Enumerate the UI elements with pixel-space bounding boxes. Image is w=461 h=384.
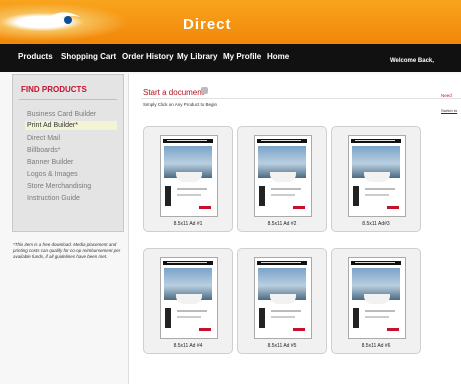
brand-logo[interactable] [0, 0, 140, 44]
product-card[interactable]: 8.5x11 Ad #5 [237, 248, 327, 354]
sidebar-item-print-ad-builder[interactable]: Print Ad Builder* [25, 121, 117, 130]
sidebar-title: FIND PRODUCTS [21, 85, 87, 94]
main-nav: Products Shopping Cart Order History My … [0, 44, 461, 72]
free-download-note: *This item is a free download. Media pla… [13, 242, 121, 259]
product-card[interactable]: 8.5x11 Ad #4 [143, 248, 233, 354]
page-title: Start a document [143, 88, 204, 97]
nav-my-profile[interactable]: My Profile [223, 52, 261, 61]
product-label: 8.5x11 Ad #4 [173, 343, 203, 349]
ad-thumbnail[interactable] [254, 135, 312, 217]
sidebar-item-store-merchandising[interactable]: Store Merchandising [27, 183, 91, 190]
product-card[interactable]: 8.5x11 Ad#3 [331, 126, 421, 232]
welcome-text: Welcome Back, [390, 58, 434, 64]
sidebar-item-direct-mail[interactable]: Direct Mail [27, 135, 60, 142]
help-link[interactable]: Need [441, 93, 452, 98]
ad-thumbnail[interactable] [348, 135, 406, 217]
sidebar-item-banner-builder[interactable]: Banner Builder [27, 159, 73, 166]
nav-products[interactable]: Products [18, 52, 53, 61]
ad-thumbnail[interactable] [160, 257, 218, 339]
product-card[interactable]: 8.5x11 Ad #6 [331, 248, 421, 354]
ad-thumbnail[interactable] [348, 257, 406, 339]
ad-thumbnail[interactable] [254, 257, 312, 339]
document-panel: Start a document Simply Click on Any Pro… [128, 74, 461, 384]
header-bar: Direct [0, 0, 461, 44]
ad-thumbnail[interactable] [160, 135, 218, 217]
product-card[interactable]: 8.5x11 Ad #1 [143, 126, 233, 232]
product-label: 8.5x11 Ad#3 [362, 221, 390, 227]
divider [19, 99, 117, 100]
nav-home[interactable]: Home [267, 52, 289, 61]
brand-name: Direct [183, 16, 232, 33]
divider [141, 98, 461, 99]
sidebar-item-logos-images[interactable]: Logos & Images [27, 171, 78, 178]
product-label: 8.5x11 Ad #2 [267, 221, 297, 227]
sidebar-item-instruction-guide[interactable]: Instruction Guide [27, 195, 80, 202]
product-label: 8.5x11 Ad #5 [267, 343, 297, 349]
product-label: 8.5x11 Ad #1 [173, 221, 203, 227]
page-content: FIND PRODUCTS Business Card Builder Prin… [0, 72, 461, 384]
product-label: 8.5x11 Ad #6 [361, 343, 391, 349]
document-icon [201, 87, 208, 94]
nav-order-history[interactable]: Order History [122, 52, 174, 61]
find-products-panel: FIND PRODUCTS Business Card Builder Prin… [12, 74, 124, 232]
product-card[interactable]: 8.5x11 Ad #2 [237, 126, 327, 232]
nav-my-library[interactable]: My Library [177, 52, 217, 61]
nav-shopping-cart[interactable]: Shopping Cart [61, 52, 116, 61]
switch-view-link[interactable]: Switch to [441, 108, 457, 113]
sidebar-item-billboards[interactable]: Billboards* [27, 147, 60, 154]
sidebar-item-business-card-builder[interactable]: Business Card Builder [27, 111, 96, 118]
swoosh-icon [40, 12, 80, 27]
page-subtitle: Simply Click on Any Product to Begin [143, 102, 218, 107]
